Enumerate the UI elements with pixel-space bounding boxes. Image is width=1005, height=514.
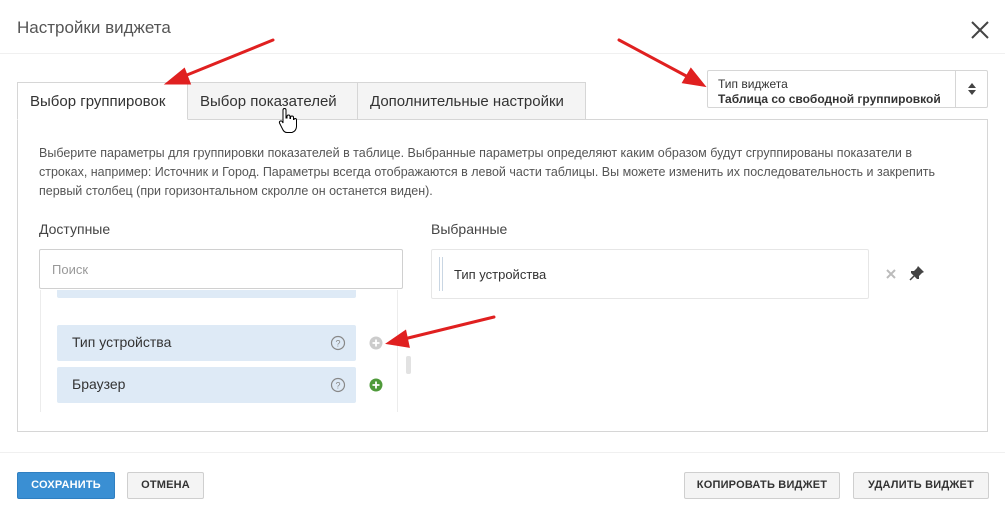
available-label: Доступные xyxy=(39,221,111,237)
selected-item-label: Тип устройства xyxy=(454,267,547,282)
available-list[interactable]: Тип устройства ? Браузер ? xyxy=(40,290,398,412)
grouping-panel: Выберите параметры для группировки показ… xyxy=(17,119,988,432)
add-icon[interactable] xyxy=(368,335,384,351)
dialog-title: Настройки виджета xyxy=(17,18,171,37)
drag-handle-icon[interactable] xyxy=(438,255,444,293)
tab-additional-settings[interactable]: Дополнительные настройки xyxy=(357,82,586,120)
save-button[interactable]: Сохранить xyxy=(17,472,115,499)
close-icon[interactable] xyxy=(966,16,994,44)
list-item-label: Тип устройства xyxy=(72,334,172,350)
add-icon[interactable] xyxy=(368,377,384,393)
list-item-label: Браузер xyxy=(72,376,126,392)
selected-label: Выбранные xyxy=(431,221,508,237)
list-item[interactable]: Тип устройства ? xyxy=(57,325,356,361)
cancel-button[interactable]: Отмена xyxy=(127,472,204,499)
svg-text:?: ? xyxy=(335,339,340,349)
selected-item[interactable]: Тип устройства xyxy=(438,255,862,293)
svg-text:?: ? xyxy=(335,381,340,391)
hand-cursor-icon xyxy=(278,108,297,133)
annotation-arrowhead xyxy=(681,67,707,88)
search-input[interactable] xyxy=(39,249,403,289)
pin-icon[interactable] xyxy=(909,265,925,281)
copy-widget-button[interactable]: Копировать виджет xyxy=(684,472,840,499)
widget-type-value: Таблица со свободной группировкой xyxy=(718,92,941,106)
title-divider xyxy=(0,53,1005,54)
remove-icon[interactable] xyxy=(885,268,897,280)
tab-grouping[interactable]: Выбор группировок xyxy=(17,82,188,120)
annotation-arrow xyxy=(180,38,275,79)
list-item[interactable]: Браузер ? xyxy=(57,367,356,403)
footer-divider xyxy=(0,452,1005,453)
help-icon[interactable]: ? xyxy=(330,335,346,351)
grouping-description: Выберите параметры для группировки показ… xyxy=(39,146,936,198)
help-icon[interactable]: ? xyxy=(330,377,346,393)
widget-type-divider xyxy=(955,71,956,107)
widget-type-select[interactable]: Тип виджета Таблица со свободной группир… xyxy=(707,70,988,108)
list-scrollbar[interactable] xyxy=(406,356,411,374)
annotation-arrow xyxy=(617,38,692,80)
widget-type-label: Тип виджета xyxy=(718,77,788,91)
delete-widget-button[interactable]: Удалить виджет xyxy=(853,472,989,499)
list-item-partial[interactable] xyxy=(57,290,356,298)
selected-list[interactable]: Тип устройства xyxy=(431,249,869,299)
tab-metrics[interactable]: Выбор показателей xyxy=(187,82,358,120)
sort-arrows-icon[interactable] xyxy=(963,80,981,98)
